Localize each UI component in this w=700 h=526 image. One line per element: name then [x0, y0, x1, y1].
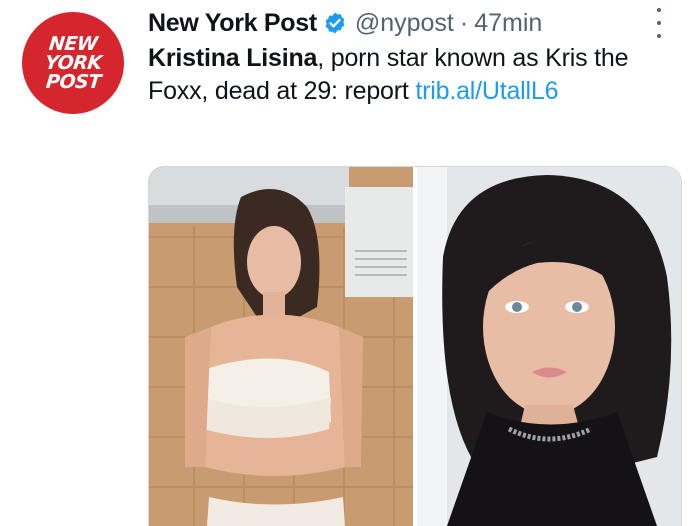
tweet-header: New York Post @nypost · 47min — [148, 6, 684, 40]
tweet-text-bold: Kristina Lisina — [148, 44, 318, 72]
avatar-text-line: YORK — [43, 51, 103, 74]
media-grid — [148, 166, 682, 526]
more-options-icon[interactable] — [654, 8, 664, 38]
tweet[interactable]: NEW YORK POST New York Post @nypost · 47… — [0, 0, 700, 526]
author-handle[interactable]: @nypost — [355, 9, 454, 38]
avatar[interactable]: NEW YORK POST — [22, 12, 124, 114]
tweet-link[interactable]: trib.al/UtallL6 — [415, 77, 558, 105]
media-photo-left[interactable] — [149, 167, 413, 526]
avatar-text-line: NEW — [47, 32, 99, 55]
timestamp[interactable]: 47min — [474, 9, 542, 38]
verified-badge-icon — [323, 11, 347, 35]
tweet-text: Kristina Lisina, porn star known as Kris… — [148, 42, 678, 108]
avatar-text-line: POST — [44, 70, 102, 93]
media-photo-right[interactable] — [417, 167, 681, 526]
author-name[interactable]: New York Post — [148, 9, 317, 38]
separator-dot: · — [459, 8, 469, 37]
